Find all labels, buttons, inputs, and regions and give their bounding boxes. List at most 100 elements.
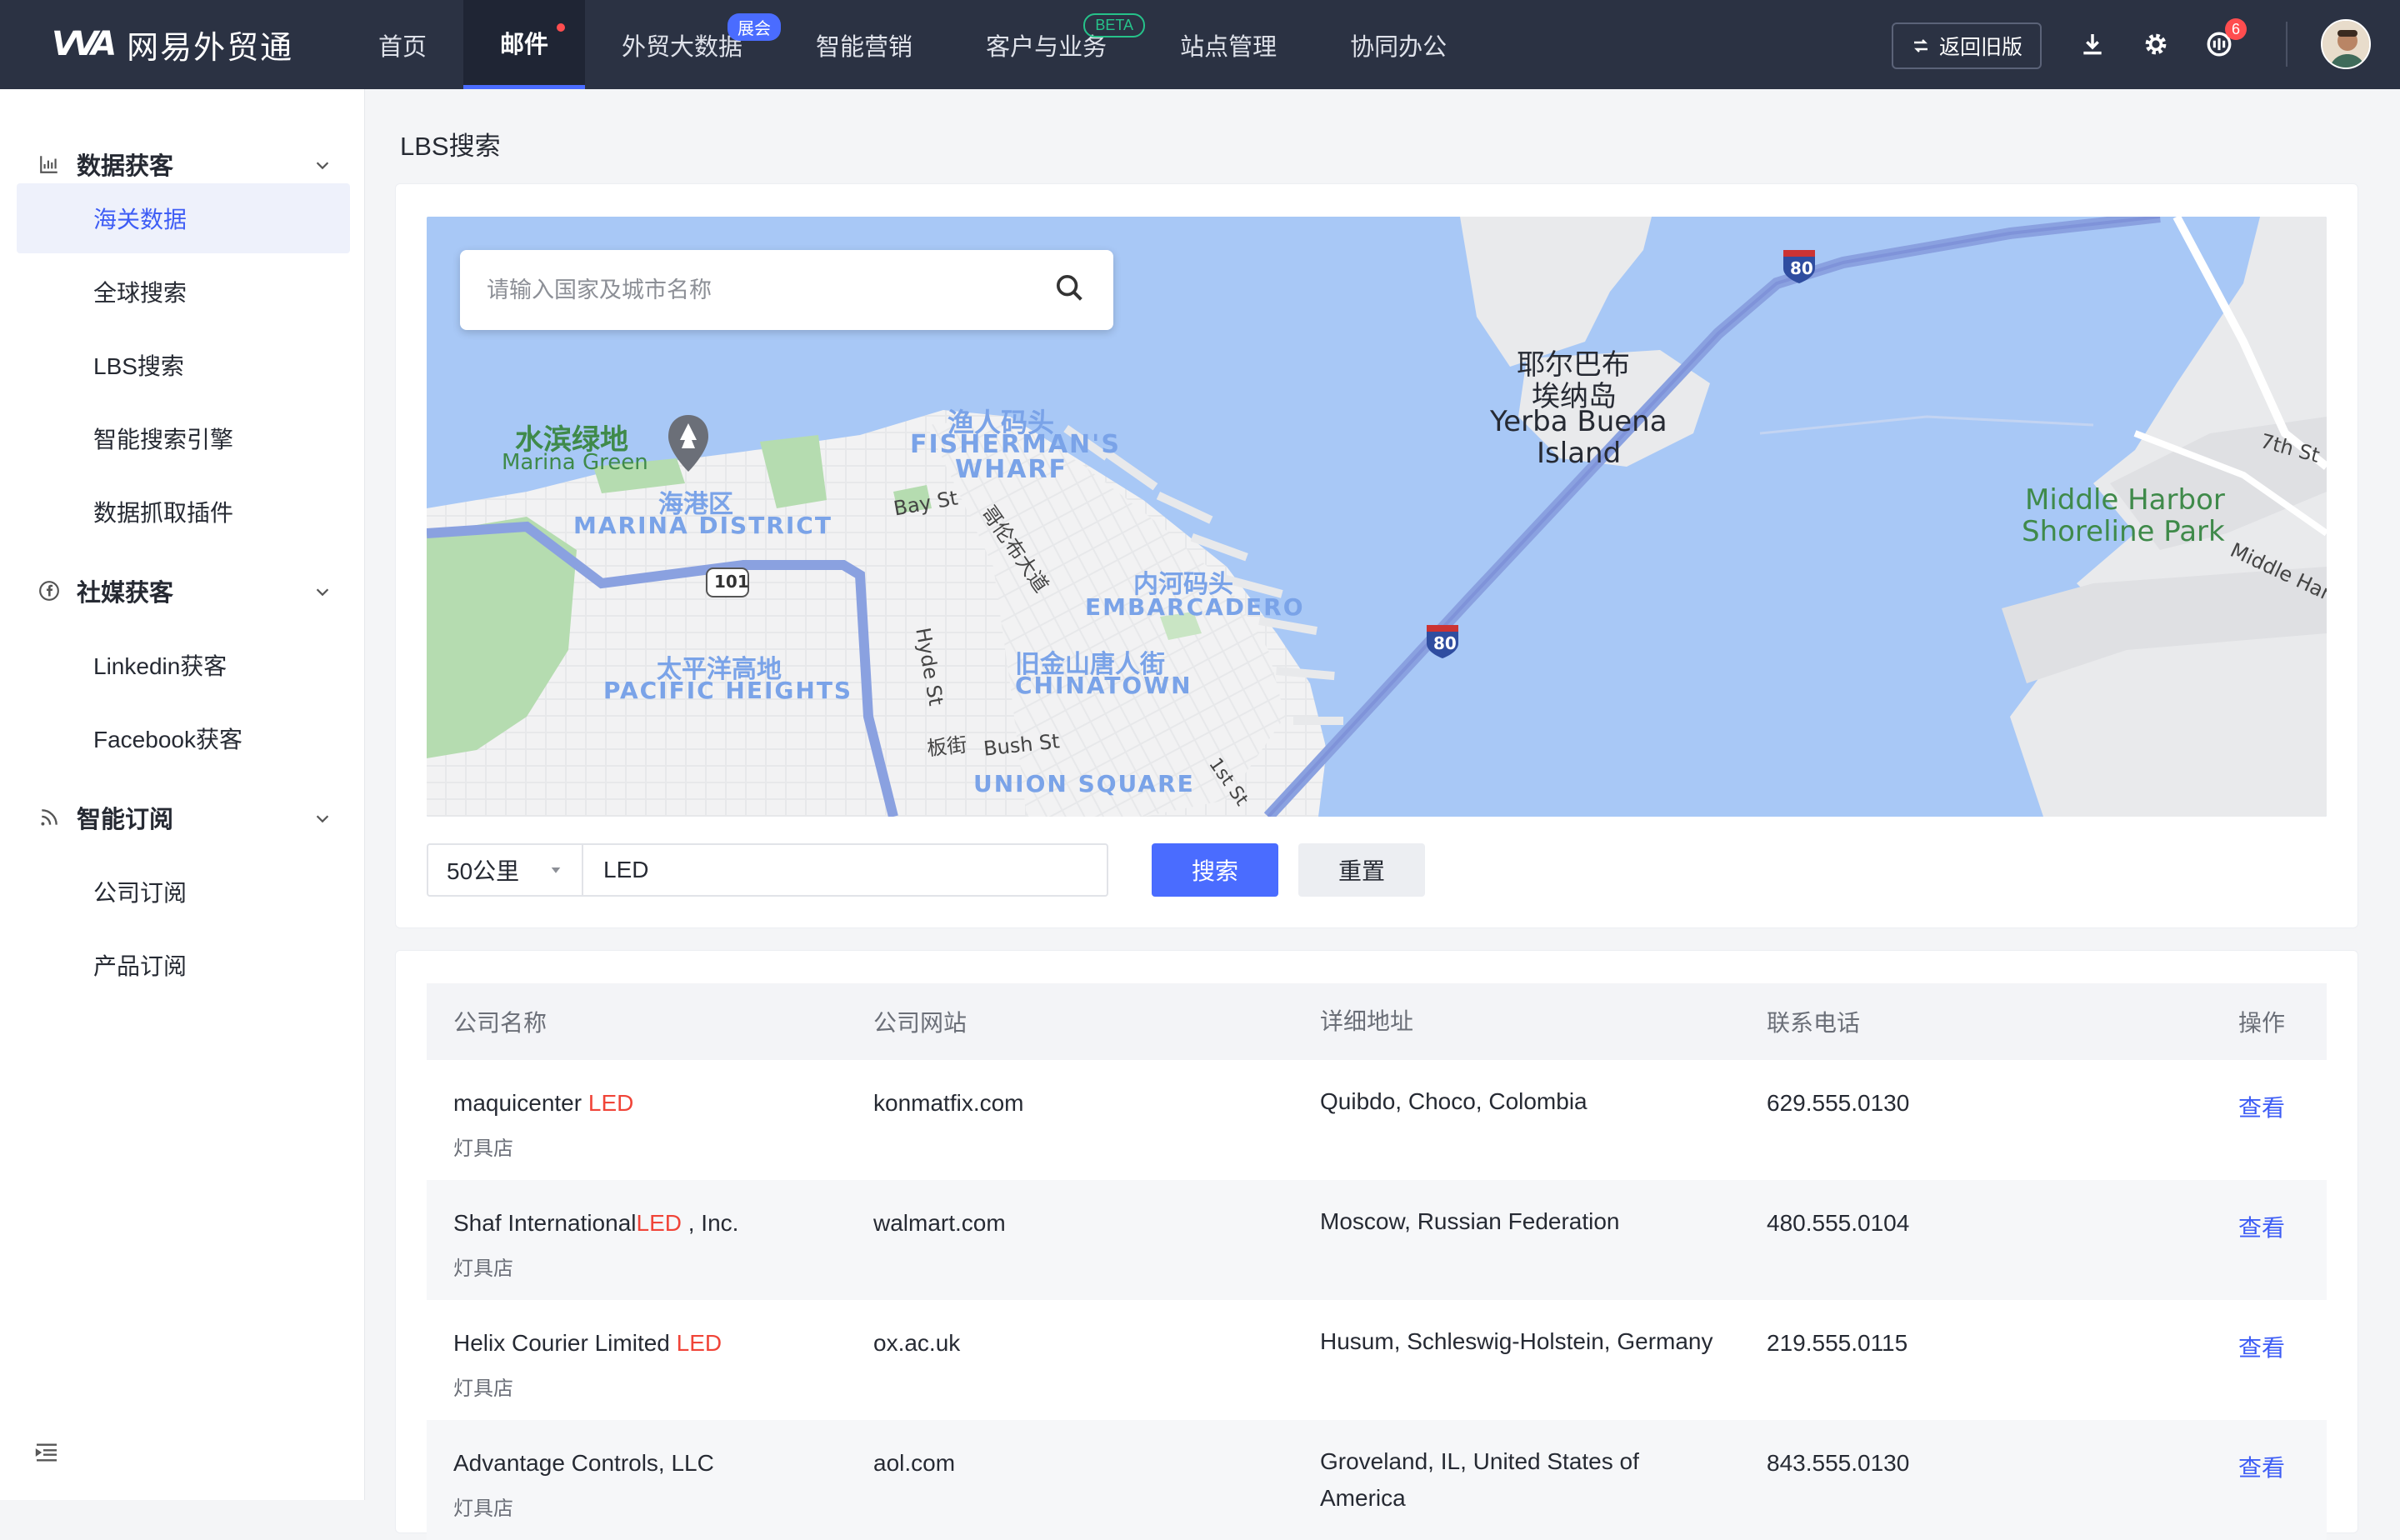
sidebar-item-smart-search-engine[interactable]: 智能搜索引擎 (17, 403, 350, 473)
map-view[interactable]: 水滨绿地 Marina Green 渔人码头 FISHERMAN'S WHARF… (427, 217, 2327, 817)
company-category: 灯具店 (453, 1258, 513, 1280)
company-name: maquicenter (453, 1090, 588, 1116)
expo-badge: 展会 (728, 13, 782, 41)
chevron-down-icon[interactable] (310, 806, 335, 831)
keyword-input[interactable] (582, 843, 1108, 897)
map-label: Island (1537, 437, 1622, 470)
address-cell: Husum, Schleswig-Holstein, Germany (1320, 1328, 1713, 1354)
company-name-suffix: , Inc. (681, 1210, 739, 1236)
phone-cell: 843.555.0130 (1767, 1450, 1910, 1476)
page-title: LBS搜索 (400, 132, 501, 161)
map-label: PACIFIC HEIGHTS (603, 677, 853, 704)
company-cell: Shaf InternationalLED , Inc. 灯具店 (427, 1210, 873, 1281)
brand-logo[interactable]: VVA 网易外贸通 (52, 23, 294, 66)
address-cell: Moscow, Russian Federation (1320, 1208, 1620, 1234)
address-cell: Groveland, IL, United States of America (1320, 1448, 1639, 1511)
unread-dot (557, 23, 566, 32)
search-icon[interactable] (1053, 272, 1087, 309)
phone-cell: 219.555.0115 (1767, 1330, 1908, 1356)
topbar-divider (2286, 22, 2288, 67)
swap-icon (1913, 39, 1928, 52)
sidebar-item-label: LBS搜索 (93, 353, 184, 379)
header-company-name: 公司名称 (453, 1010, 548, 1036)
nav-site-management[interactable]: 站点管理 (1143, 0, 1313, 89)
sidebar-group-smart-subscription[interactable]: 智能订阅 (37, 798, 173, 838)
user-avatar[interactable] (2321, 19, 2371, 69)
highway-80-shield: 80 (1790, 258, 1813, 278)
results-table: 公司名称 公司网站 详细地址 联系电话 操作 maquicenter LED 灯… (427, 983, 2327, 1540)
company-category: 灯具店 (453, 1378, 513, 1400)
table-row: Shaf InternationalLED , Inc. 灯具店 walmart… (427, 1180, 2327, 1300)
sidebar-item-customs-data[interactable]: 海关数据 (17, 183, 350, 253)
rss-icon (37, 805, 62, 830)
sidebar-item-label: Linkedin获客 (93, 653, 228, 679)
nav-home[interactable]: 首页 (342, 0, 463, 89)
sidebar-group-data-acquisition[interactable]: 数据获客 (37, 144, 173, 184)
view-link[interactable]: 查看 (2238, 1455, 2285, 1481)
map-label: WHARF (955, 455, 1068, 484)
main-nav: 首页 邮件 外贸大数据 展会 智能营销 客户与业务 BETA 站点管理 协同办公 (342, 0, 1483, 89)
sidebar-item-lbs-search[interactable]: LBS搜索 (17, 330, 350, 400)
radius-value: 50公里 (447, 858, 520, 884)
sidebar-item-label: 数据抓取插件 (93, 500, 234, 526)
chevron-down-icon[interactable] (310, 579, 335, 604)
company-category: 灯具店 (453, 1138, 513, 1160)
sidebar-item-company-subscription[interactable]: 公司订阅 (17, 857, 350, 927)
view-link[interactable]: 查看 (2238, 1095, 2285, 1121)
sidebar-group-label: 社媒获客 (77, 580, 174, 607)
back-to-old-label: 返回旧版 (1938, 36, 2022, 59)
highway-101-shield: 101 (714, 572, 749, 592)
view-link[interactable]: 查看 (2238, 1215, 2285, 1241)
table-row: maquicenter LED 灯具店 konmatfix.com Quibdo… (427, 1060, 2327, 1180)
nav-smart-marketing[interactable]: 智能营销 (779, 0, 949, 89)
nav-trade-data[interactable]: 外贸大数据 展会 (585, 0, 782, 89)
sidebar-item-data-crawler-plugin[interactable]: 数据抓取插件 (17, 477, 350, 547)
nav-collaboration[interactable]: 协同办公 (1313, 0, 1483, 89)
facebook-circle-icon (37, 578, 62, 603)
map-label: Middle Harbor (2025, 483, 2225, 517)
website-cell: konmatfix.com (873, 1090, 1024, 1116)
nav-mail[interactable]: 邮件 (463, 0, 586, 89)
collapse-sidebar-icon[interactable] (33, 1439, 60, 1470)
map-label: Shoreline Park (2022, 515, 2225, 548)
header-action: 操作 (2238, 1010, 2285, 1036)
beta-badge: BETA (1083, 13, 1146, 38)
website-cell: walmart.com (873, 1210, 1006, 1236)
settings-gear-icon[interactable] (2137, 25, 2175, 63)
map-label: CHINATOWN (1015, 672, 1192, 699)
sidebar-item-label: Facebook获客 (93, 727, 242, 752)
notification-count-badge: 6 (2225, 18, 2247, 40)
view-link[interactable]: 查看 (2238, 1335, 2285, 1361)
nav-label: 站点管理 (1180, 33, 1278, 61)
notification-icon[interactable]: 6 (2200, 18, 2247, 63)
reset-button[interactable]: 重置 (1298, 843, 1425, 897)
sidebar-item-product-subscription[interactable]: 产品订阅 (17, 930, 350, 1000)
table-row: Helix Courier Limited LED 灯具店 ox.ac.uk H… (427, 1300, 2327, 1420)
sidebar-item-global-search[interactable]: 全球搜索 (17, 257, 350, 327)
download-icon[interactable] (2073, 25, 2112, 63)
header-address: 详细地址 (1320, 1008, 1414, 1034)
nav-label: 首页 (378, 33, 428, 61)
company-name: Helix Courier Limited (453, 1330, 677, 1356)
caret-down-icon (551, 868, 561, 873)
table-header: 公司名称 公司网站 详细地址 联系电话 操作 (427, 983, 2327, 1060)
search-button[interactable]: 搜索 (1152, 843, 1278, 897)
header-phone: 联系电话 (1767, 1010, 1861, 1036)
chevron-down-icon[interactable] (310, 152, 335, 178)
location-search-input[interactable] (487, 277, 1053, 303)
sidebar-group-social-acquisition[interactable]: 社媒获客 (37, 571, 173, 611)
company-name: Shaf International (453, 1210, 637, 1236)
nav-customers[interactable]: 客户与业务 BETA (949, 0, 1146, 89)
table-row: Advantage Controls, LLC 灯具店 aol.com Grov… (427, 1420, 2327, 1540)
radius-select[interactable]: 50公里 (427, 843, 582, 897)
sidebar: 数据获客 海关数据 全球搜索 LBS搜索 智能搜索引擎 数据抓取插件 社媒获客 … (0, 89, 365, 1500)
sidebar-group-label: 智能订阅 (77, 807, 174, 833)
brand-name: 网易外贸通 (127, 30, 294, 66)
back-to-old-version-button[interactable]: 返回旧版 (1892, 22, 2042, 69)
map-label: 板街 (925, 732, 968, 761)
map-label: Yerba Buena (1490, 405, 1668, 438)
sidebar-item-linkedin[interactable]: Linkedin获客 (17, 630, 350, 700)
nav-label: 智能营销 (816, 33, 913, 61)
company-category: 灯具店 (453, 1498, 513, 1520)
sidebar-item-facebook[interactable]: Facebook获客 (17, 703, 350, 773)
